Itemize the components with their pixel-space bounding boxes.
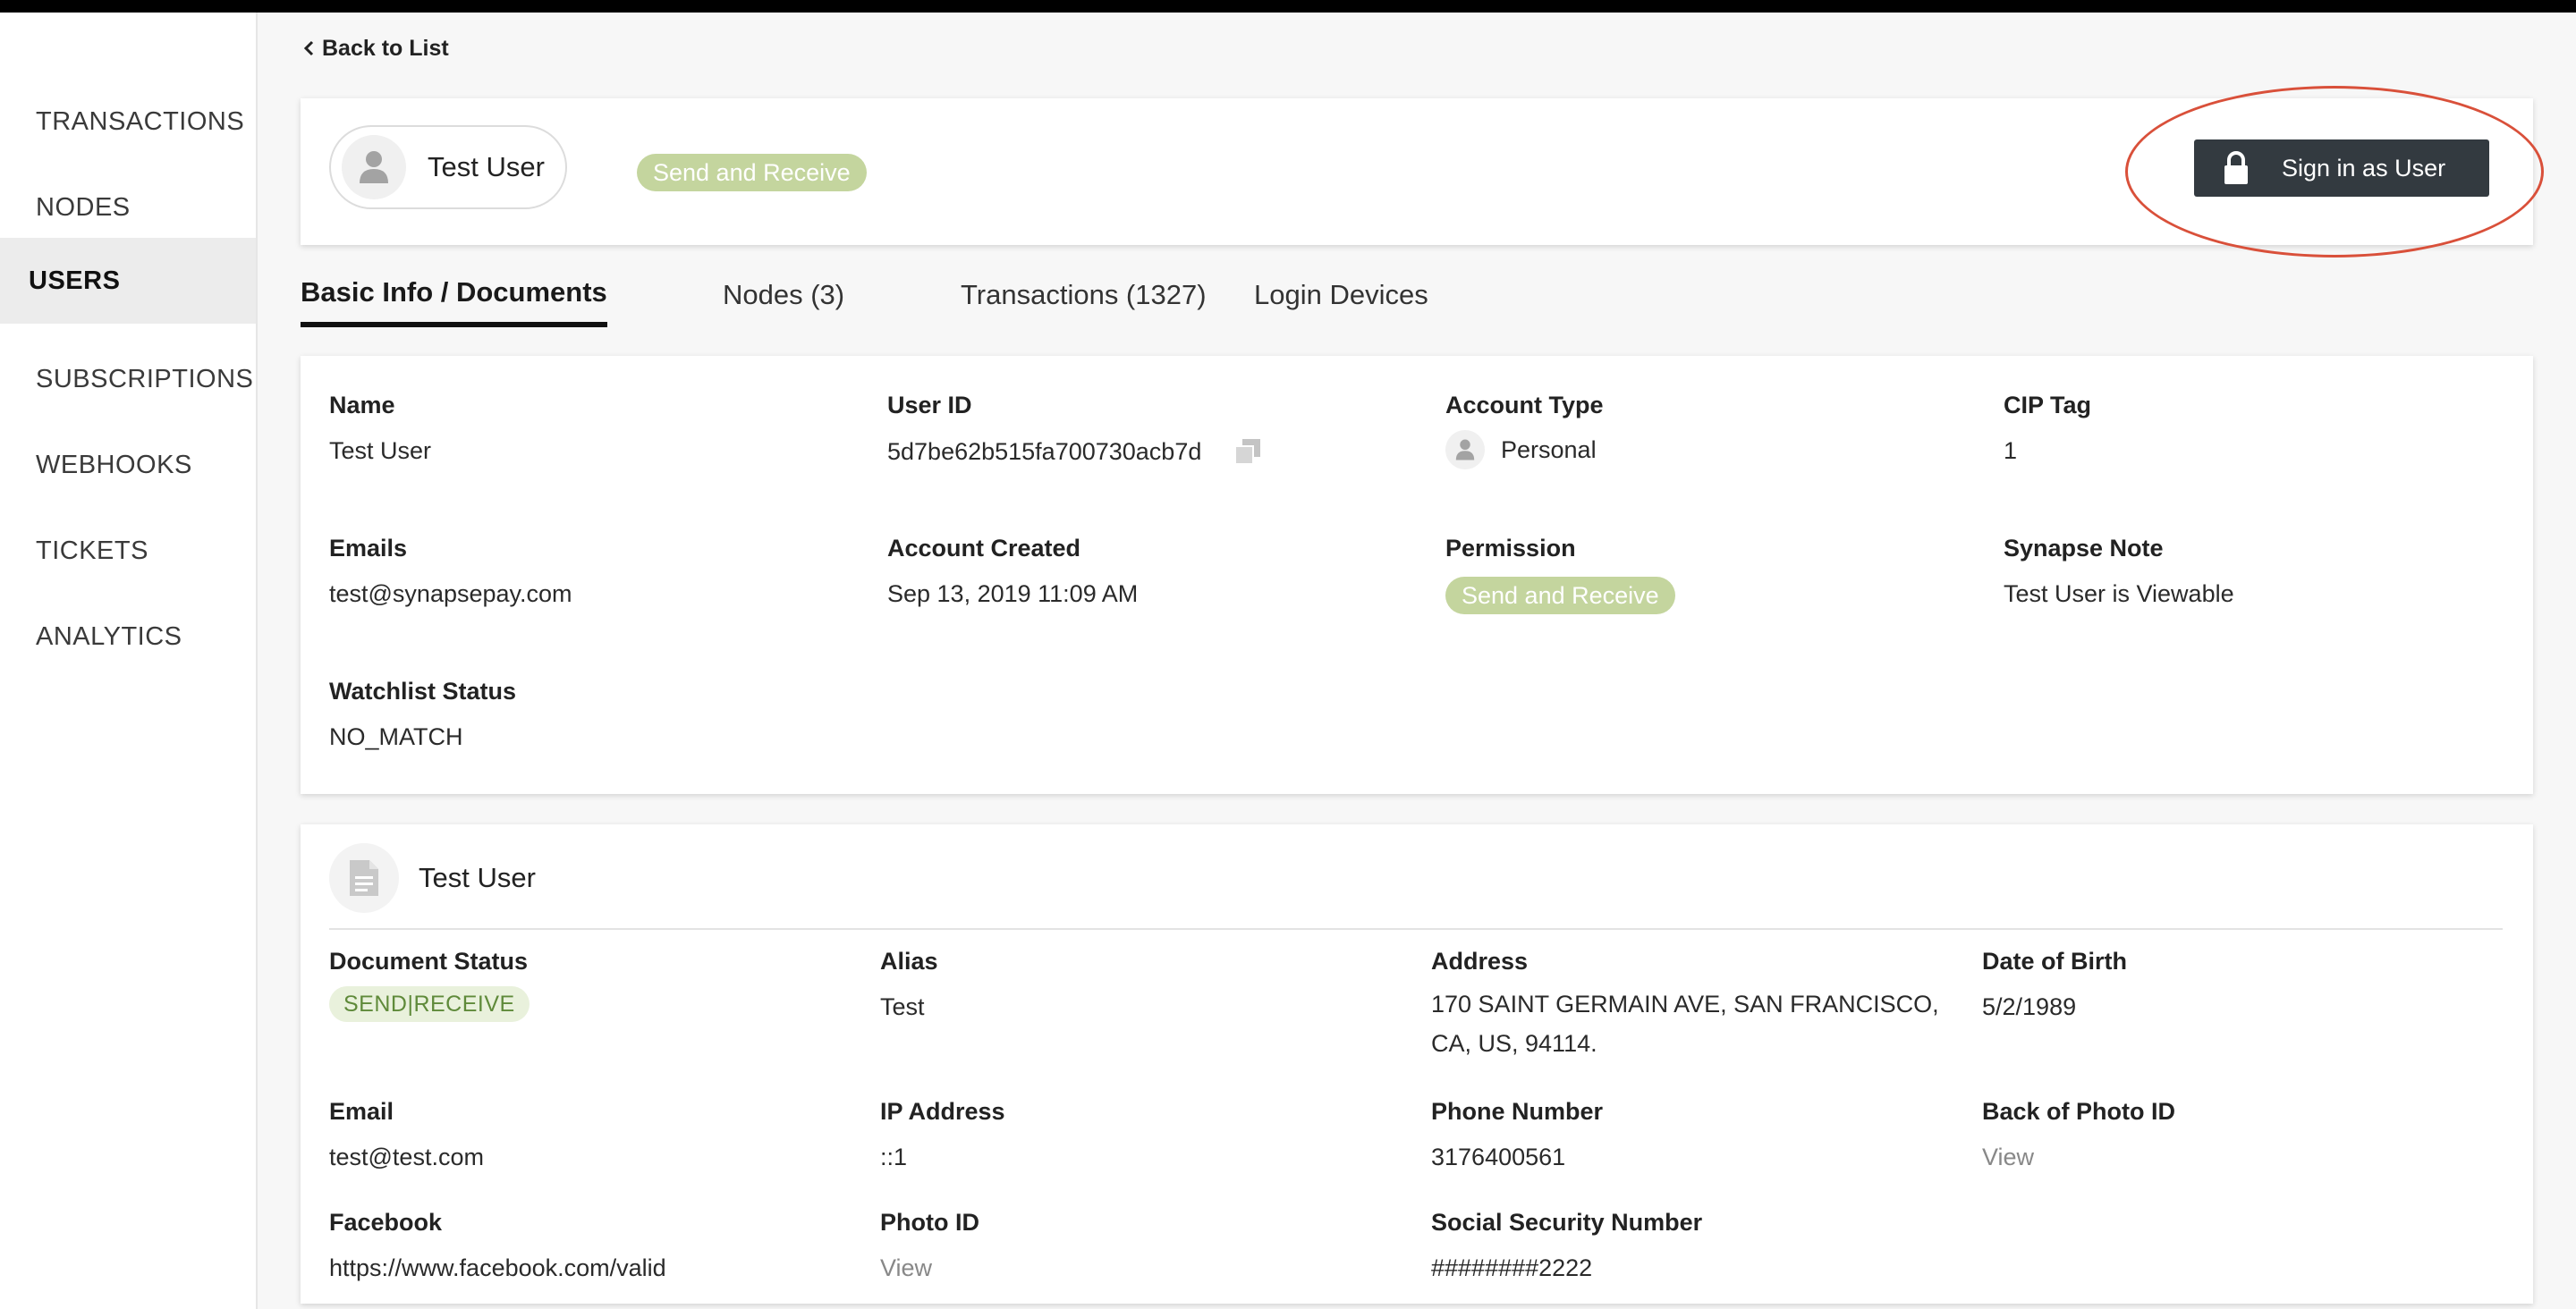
person-icon bbox=[1445, 430, 1485, 469]
field-watchlist-status: Watchlist Status NO_MATCH bbox=[329, 678, 516, 751]
field-label: Facebook bbox=[329, 1209, 443, 1236]
field-label: IP Address bbox=[880, 1098, 1005, 1125]
field-alias: Alias Test bbox=[880, 948, 938, 1021]
back-label: Back to List bbox=[322, 35, 449, 61]
field-label: Back of Photo ID bbox=[1982, 1098, 2176, 1125]
field-value: 1 bbox=[2004, 437, 2018, 464]
permission-badge: Send and Receive bbox=[637, 154, 867, 191]
field-label: Account Created bbox=[887, 535, 1081, 562]
field-value: Personal bbox=[1445, 430, 1604, 469]
account-type-value: Personal bbox=[1501, 435, 1597, 463]
field-account-created: Account Created Sep 13, 2019 11:09 AM bbox=[887, 535, 1138, 608]
sign-in-label: Sign in as User bbox=[2282, 154, 2446, 182]
status-badge: SEND|RECEIVE bbox=[329, 986, 530, 1022]
chevron-left-icon bbox=[303, 40, 314, 56]
sidebar-item-tickets[interactable]: TICKETS bbox=[0, 508, 256, 594]
field-value: https://www.facebook.com/valid bbox=[329, 1254, 666, 1281]
view-photo-id-link[interactable]: View bbox=[880, 1254, 979, 1282]
field-back-of-photo-id: Back of Photo ID View bbox=[1982, 1098, 2175, 1171]
field-value: Send and Receive bbox=[1445, 577, 1675, 614]
field-label: Email bbox=[329, 1098, 394, 1125]
sign-in-as-user-button[interactable]: Sign in as User bbox=[2194, 139, 2489, 197]
field-value: Test bbox=[880, 993, 925, 1020]
field-permission: Permission Send and Receive bbox=[1445, 535, 1675, 614]
field-value: ::1 bbox=[880, 1144, 908, 1170]
field-ip-address: IP Address ::1 bbox=[880, 1098, 1005, 1171]
tab-login-devices[interactable]: Login Devices bbox=[1254, 263, 1428, 327]
field-value: Test User bbox=[329, 437, 432, 464]
field-label: Synapse Note bbox=[2004, 535, 2164, 562]
main-content: Back to List Test User Send and Receive … bbox=[258, 13, 2576, 1309]
lock-icon bbox=[2223, 150, 2250, 186]
field-label: Date of Birth bbox=[1982, 948, 2127, 975]
permission-badge: Send and Receive bbox=[1445, 577, 1675, 614]
copy-icon[interactable] bbox=[1233, 437, 1262, 466]
field-value: Test User is Viewable bbox=[2004, 580, 2234, 607]
field-user-id: User ID 5d7be62b515fa700730acb7d bbox=[887, 392, 1262, 466]
sidebar-item-webhooks[interactable]: WEBHOOKS bbox=[0, 422, 256, 508]
field-value: NO_MATCH bbox=[329, 723, 463, 750]
field-label: Photo ID bbox=[880, 1209, 979, 1236]
field-label: Address bbox=[1431, 948, 1529, 975]
tab-transactions[interactable]: Transactions (1327) bbox=[961, 263, 1207, 327]
avatar bbox=[342, 135, 406, 199]
field-label: User ID bbox=[887, 392, 972, 418]
field-label: Alias bbox=[880, 948, 938, 975]
field-address: Address 170 SAINT GERMAIN AVE, SAN FRANC… bbox=[1431, 948, 1968, 1063]
field-label: CIP Tag bbox=[2004, 392, 2092, 418]
field-label: Phone Number bbox=[1431, 1098, 1604, 1125]
field-value: ########2222 bbox=[1431, 1254, 1593, 1281]
field-label: Document Status bbox=[329, 948, 529, 975]
field-value: test@test.com bbox=[329, 1144, 484, 1170]
field-label: Account Type bbox=[1445, 392, 1604, 418]
back-to-list-link[interactable]: Back to List bbox=[302, 30, 449, 66]
field-value: SEND|RECEIVE bbox=[329, 986, 530, 1022]
field-value: 5d7be62b515fa700730acb7d bbox=[887, 437, 1262, 466]
field-account-type: Account Type Personal bbox=[1445, 392, 1604, 469]
field-cip-tag: CIP Tag 1 bbox=[2004, 392, 2091, 465]
document-title: Test User bbox=[419, 862, 536, 893]
basic-info-card: Name Test User User ID 5d7be62b515fa7007… bbox=[301, 356, 2533, 794]
field-label: Name bbox=[329, 392, 395, 418]
field-emails: Emails test@synapsepay.com bbox=[329, 535, 572, 608]
field-facebook: Facebook https://www.facebook.com/valid bbox=[329, 1209, 666, 1282]
field-label: Watchlist Status bbox=[329, 678, 517, 705]
sidebar-item-transactions[interactable]: TRANSACTIONS bbox=[0, 79, 256, 165]
document-card: Test User Document Status SEND|RECEIVE A… bbox=[301, 824, 2533, 1304]
field-date-of-birth: Date of Birth 5/2/1989 bbox=[1982, 948, 2127, 1021]
divider bbox=[329, 928, 2503, 930]
view-back-photo-link[interactable]: View bbox=[1982, 1144, 2175, 1171]
field-value: Sep 13, 2019 11:09 AM bbox=[887, 580, 1139, 607]
user-name: Test User bbox=[428, 151, 545, 182]
user-id-value: 5d7be62b515fa700730acb7d bbox=[887, 437, 1202, 465]
window-top-bar bbox=[0, 0, 2576, 13]
field-photo-id: Photo ID View bbox=[880, 1209, 979, 1282]
field-email: Email test@test.com bbox=[329, 1098, 484, 1171]
field-social-security-number: Social Security Number ########2222 bbox=[1431, 1209, 1702, 1282]
sidebar-item-subscriptions[interactable]: SUBSCRIPTIONS bbox=[0, 336, 256, 422]
field-value: 170 SAINT GERMAIN AVE, SAN FRANCISCO, CA… bbox=[1431, 991, 1939, 1057]
tab-nodes[interactable]: Nodes (3) bbox=[723, 263, 844, 327]
user-icon bbox=[360, 151, 388, 183]
user-pill: Test User bbox=[329, 125, 567, 209]
document-header: Test User bbox=[329, 842, 536, 914]
sidebar-item-analytics[interactable]: ANALYTICS bbox=[0, 594, 256, 680]
sidebar: TRANSACTIONS NODES USERS SUBSCRIPTIONS W… bbox=[0, 13, 258, 1309]
field-phone-number: Phone Number 3176400561 bbox=[1431, 1098, 1603, 1171]
field-value: 3176400561 bbox=[1431, 1144, 1566, 1170]
field-value: test@synapsepay.com bbox=[329, 580, 572, 607]
field-name: Name Test User bbox=[329, 392, 431, 465]
sidebar-item-users[interactable]: USERS bbox=[0, 238, 256, 324]
field-label: Permission bbox=[1445, 535, 1576, 562]
field-synapse-note: Synapse Note Test User is Viewable bbox=[2004, 535, 2234, 608]
field-document-status: Document Status SEND|RECEIVE bbox=[329, 948, 530, 1022]
field-value: 5/2/1989 bbox=[1982, 993, 2077, 1020]
tab-basic-info[interactable]: Basic Info / Documents bbox=[301, 263, 607, 327]
document-icon bbox=[329, 843, 399, 913]
field-label: Emails bbox=[329, 535, 408, 562]
tab-bar: Basic Info / Documents Nodes (3) Transac… bbox=[301, 263, 2533, 334]
field-label: Social Security Number bbox=[1431, 1209, 1703, 1236]
